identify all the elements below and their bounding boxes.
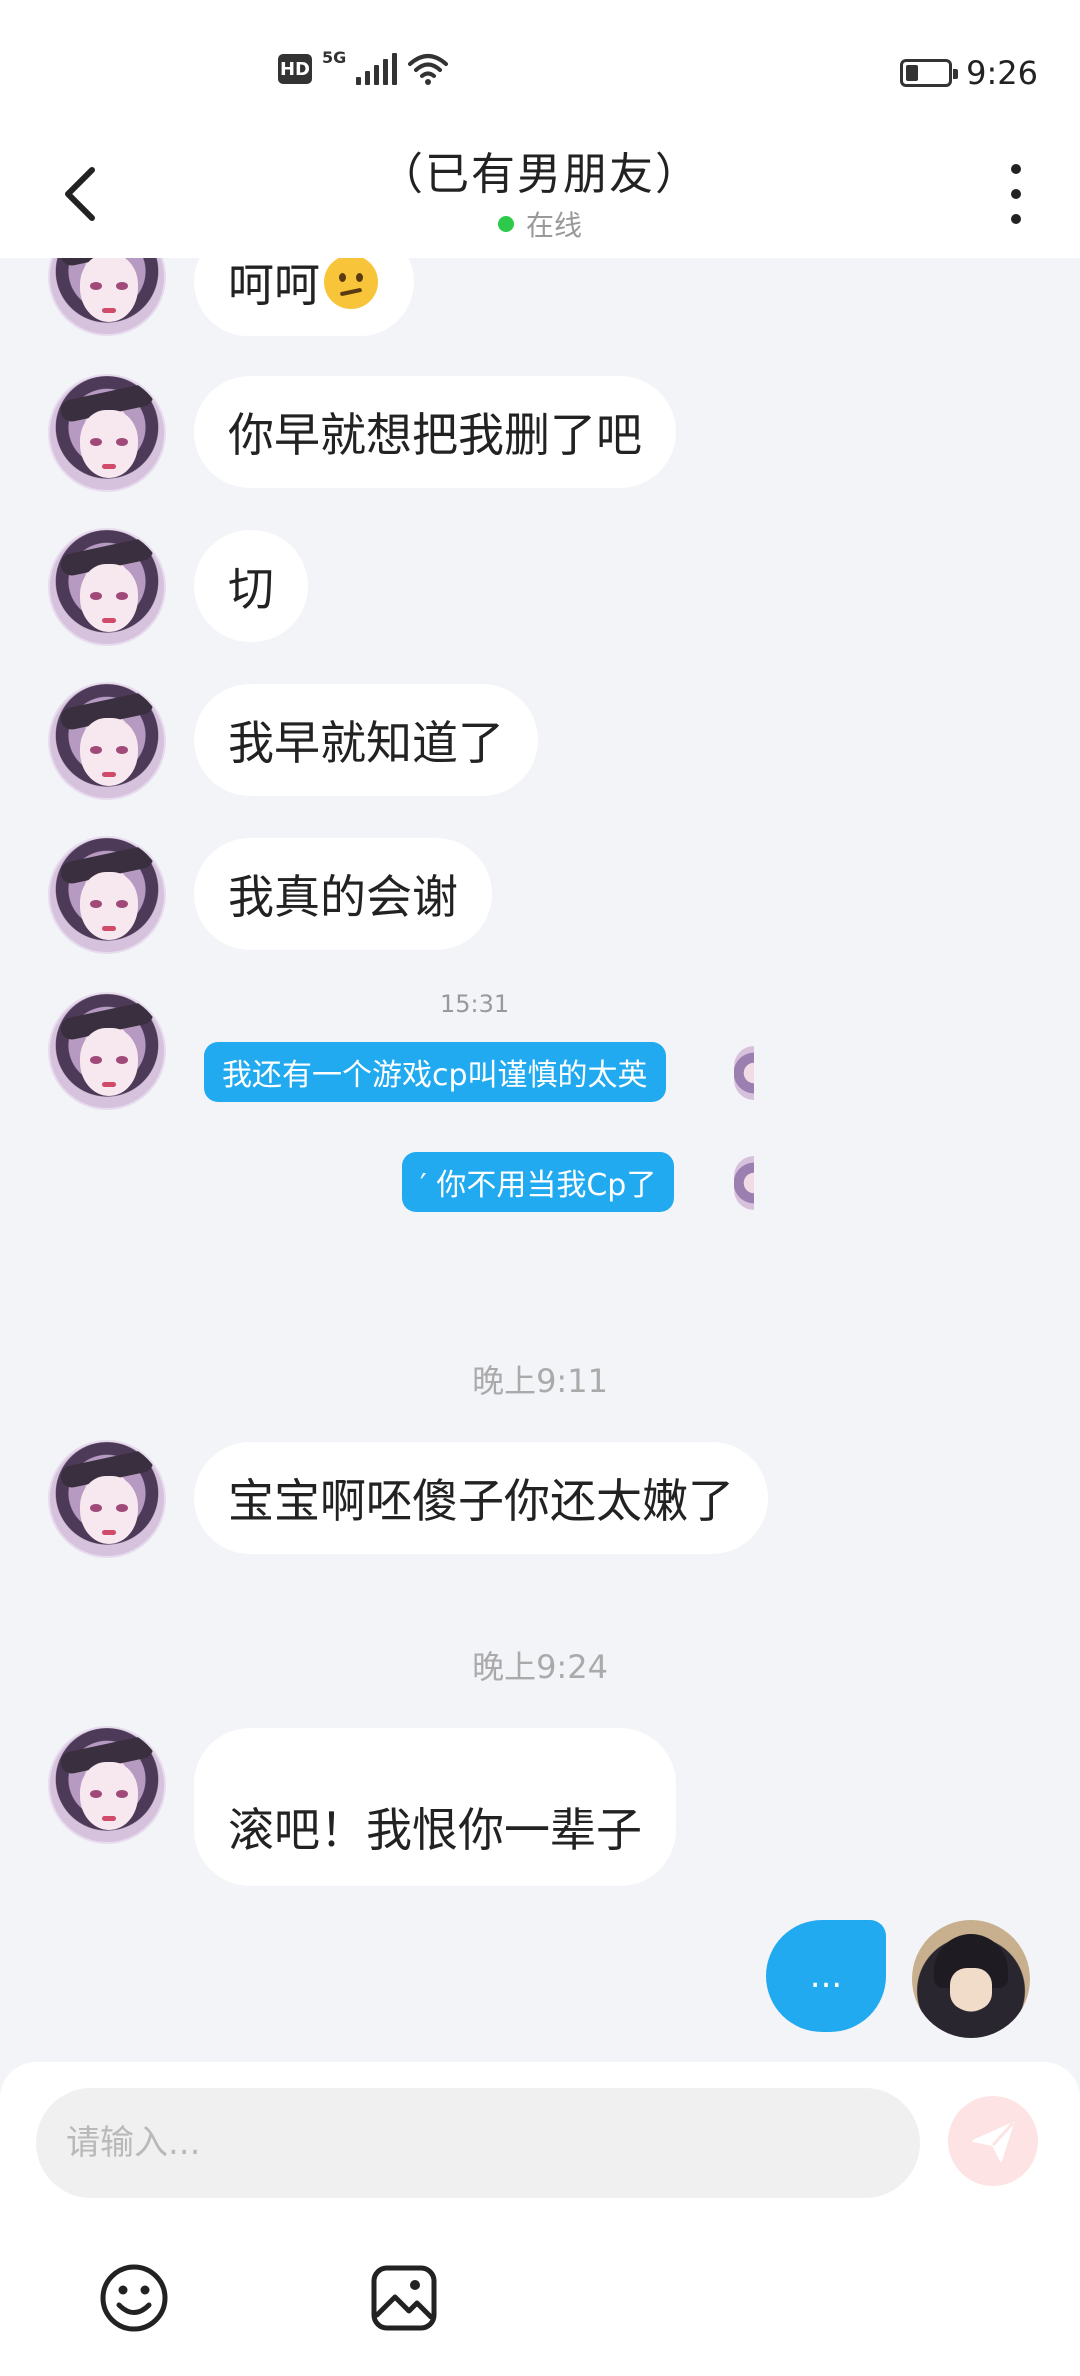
- message-bubble[interactable]: 滚吧！我恨你一辈子: [194, 1728, 676, 1886]
- image-avatar-fragment: [734, 1156, 754, 1210]
- message-text: 切: [228, 562, 274, 616]
- hd-badge: HD: [278, 54, 312, 84]
- image-text-line: 我还有一个游戏cp叫谨慎的太英: [204, 1042, 666, 1102]
- contact-avatar[interactable]: [48, 1440, 166, 1558]
- message-bubble[interactable]: 你早就想把我删了吧: [194, 376, 676, 488]
- message-input[interactable]: [36, 2088, 920, 2198]
- contact-avatar[interactable]: [48, 836, 166, 954]
- send-icon: [972, 2121, 1015, 2162]
- status-left: HD 5G: [278, 48, 449, 86]
- wifi-icon: [408, 54, 449, 85]
- signal-icon: [356, 53, 398, 85]
- network-type: 5G: [322, 47, 347, 67]
- message-text: 呵呵: [228, 258, 320, 312]
- contact-name: （已有男朋友）: [379, 149, 701, 200]
- send-button[interactable]: [948, 2096, 1038, 2186]
- contact-avatar[interactable]: [48, 1726, 166, 1844]
- message-text: 滚吧！我恨你一辈子: [228, 1803, 642, 1857]
- image-text-line: ′ 你不用当我Cp了: [402, 1152, 675, 1212]
- more-vertical-icon[interactable]: [996, 158, 1036, 230]
- message-list[interactable]: 呵呵 你早就想把我删了吧 切 我早就知道了 我真的会谢 15:31 我还有一个游…: [0, 258, 1080, 2062]
- time-divider: 晚上9:24: [472, 1648, 608, 1686]
- status-right: 9:26: [900, 54, 1038, 92]
- message-bubble[interactable]: 宝宝啊呸傻子你还太嫩了: [194, 1442, 768, 1554]
- contact-avatar[interactable]: [48, 374, 166, 492]
- image-icon: [371, 2265, 437, 2331]
- message-text: 我真的会谢: [228, 870, 458, 924]
- message-bubble[interactable]: 呵呵: [194, 258, 414, 336]
- online-status-text: 在线: [525, 209, 582, 242]
- message-text: 我早就知道了: [228, 716, 504, 770]
- message-text: 宝宝啊呸傻子你还太嫩了: [228, 1474, 734, 1528]
- message-bubble[interactable]: 切: [194, 530, 308, 642]
- status-bar: HD 5G 9:26: [0, 0, 1080, 130]
- image-button[interactable]: [364, 2258, 444, 2338]
- message-bubble[interactable]: 我早就知道了: [194, 684, 538, 796]
- typing-indicator-bubble[interactable]: ...: [766, 1920, 886, 2032]
- emoji-button[interactable]: [94, 2258, 174, 2338]
- contact-avatar[interactable]: [48, 528, 166, 646]
- emoji-icon: [100, 2264, 168, 2332]
- contact-avatar[interactable]: [48, 682, 166, 800]
- chat-header: （已有男朋友） 在线: [0, 130, 1080, 258]
- online-dot-icon: [497, 216, 514, 232]
- battery-icon: [900, 59, 959, 87]
- message-text: 你早就想把我删了吧: [228, 408, 642, 462]
- header-title-block: （已有男朋友） 在线: [0, 138, 1080, 244]
- clock: 9:26: [966, 54, 1038, 92]
- input-panel: [0, 2062, 1080, 2376]
- confused-face-emoji-icon: [324, 258, 378, 309]
- battery-level: [906, 65, 919, 81]
- image-avatar-fragment: [734, 1046, 754, 1100]
- contact-avatar[interactable]: [48, 258, 166, 336]
- time-divider: 晚上9:11: [472, 1362, 608, 1400]
- chat-screen: HD 5G 9:26 （已有男朋友） 在线 呵呵 你早就想把我删了吧 切 我早就…: [0, 0, 1080, 2376]
- message-bubble[interactable]: 我真的会谢: [194, 838, 492, 950]
- online-status: 在线: [0, 204, 1080, 244]
- my-avatar[interactable]: [912, 1920, 1030, 2038]
- image-message[interactable]: 15:31 我还有一个游戏cp叫谨慎的太英 ′ 你不用当我Cp了: [194, 976, 754, 1496]
- contact-avatar[interactable]: [48, 992, 166, 1110]
- typing-dots: ...: [809, 1956, 843, 1996]
- image-timestamp: 15:31: [440, 990, 510, 1018]
